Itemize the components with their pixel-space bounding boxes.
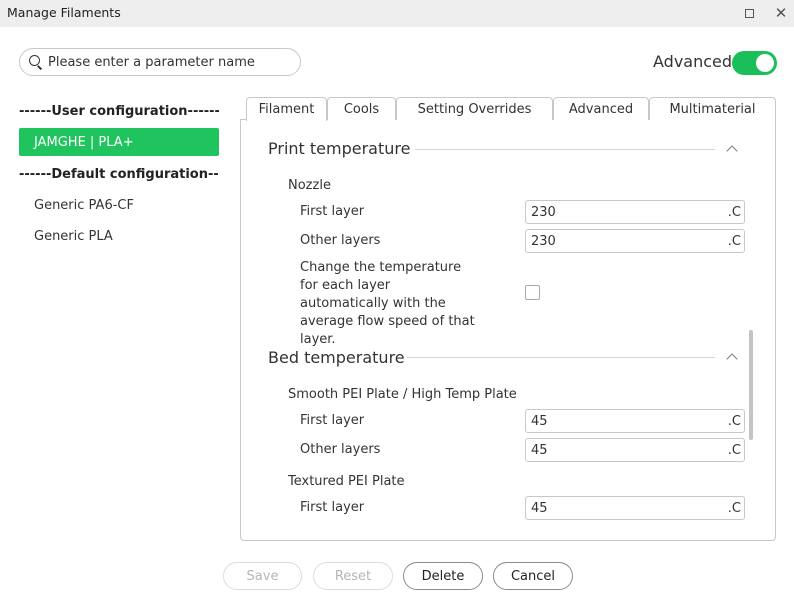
user-configuration-header: ------User configuration------ — [19, 104, 219, 119]
maximize-icon — [744, 8, 754, 18]
search-icon — [28, 54, 44, 70]
section-divider — [407, 357, 715, 358]
sidebar-item-generic-pla[interactable]: Generic PLA — [19, 222, 219, 250]
settings-panel: Print temperature Nozzle First layer 230… — [240, 119, 776, 541]
sidebar-item-jamghe-pla[interactable]: JAMGHE | PLA+ — [19, 128, 219, 156]
nozzle-other-layers-label: Other layers — [300, 233, 381, 248]
smooth-other-layers-field[interactable]: 45 .C — [525, 438, 745, 462]
collapse-print-temperature-icon[interactable] — [726, 145, 738, 157]
maximize-button[interactable] — [738, 3, 760, 23]
panel-scrollbar[interactable] — [749, 330, 753, 440]
textured-pei-group-label: Textured PEI Plate — [288, 474, 405, 489]
smooth-first-layer-field[interactable]: 45 .C — [525, 409, 745, 433]
smooth-other-layers-value: 45 — [531, 442, 548, 458]
cancel-button[interactable]: Cancel — [493, 562, 573, 590]
nozzle-other-layers-field[interactable]: 230 .C — [525, 229, 745, 253]
nozzle-first-layer-value: 230 — [531, 204, 556, 220]
close-button[interactable]: ✕ — [770, 3, 792, 23]
tab-setting-overrides[interactable]: Setting Overrides — [396, 97, 553, 120]
unit-label: .C — [727, 501, 741, 516]
auto-temperature-label: Change the temperature for each layer au… — [300, 260, 475, 347]
smooth-pei-group-label: Smooth PEI Plate / High Temp Plate — [288, 387, 517, 402]
bed-temperature-title: Bed temperature — [268, 348, 405, 367]
save-button[interactable]: Save — [223, 562, 302, 590]
unit-label: .C — [727, 443, 741, 458]
textured-first-layer-value: 45 — [531, 500, 548, 516]
section-divider — [415, 149, 715, 150]
window-title: Manage Filaments — [7, 5, 121, 20]
toggle-knob — [756, 54, 774, 72]
delete-button[interactable]: Delete — [403, 562, 483, 590]
title-bar: Manage Filaments ✕ — [0, 0, 794, 27]
nozzle-group-label: Nozzle — [288, 178, 331, 193]
collapse-bed-temperature-icon[interactable] — [726, 353, 738, 365]
search-box[interactable] — [19, 48, 301, 76]
search-input[interactable] — [48, 54, 288, 70]
sidebar-item-generic-pa6-cf[interactable]: Generic PA6-CF — [19, 191, 219, 219]
tab-filament[interactable]: Filament — [246, 97, 327, 121]
nozzle-first-layer-field[interactable]: 230 .C — [525, 200, 745, 224]
tab-advanced[interactable]: Advanced — [553, 97, 649, 120]
unit-label: .C — [727, 234, 741, 249]
reset-button[interactable]: Reset — [313, 562, 393, 590]
tab-multimaterial[interactable]: Multimaterial — [649, 97, 776, 120]
advanced-label: Advanced — [653, 52, 733, 71]
auto-temperature-checkbox[interactable] — [525, 285, 540, 300]
smooth-first-layer-label: First layer — [300, 413, 365, 428]
print-temperature-title: Print temperature — [268, 139, 411, 158]
close-icon: ✕ — [774, 4, 788, 22]
nozzle-first-layer-label: First layer — [300, 204, 365, 219]
textured-first-layer-field[interactable]: 45 .C — [525, 496, 745, 520]
unit-label: .C — [727, 414, 741, 429]
tab-bar: Filament Cools Setting Overrides Advance… — [240, 97, 776, 121]
nozzle-other-layers-value: 230 — [531, 233, 556, 249]
smooth-other-layers-label: Other layers — [300, 442, 381, 457]
textured-first-layer-label: First layer — [300, 500, 365, 515]
advanced-toggle[interactable] — [732, 51, 777, 75]
default-configuration-header: ------Default configuration------ — [19, 167, 219, 182]
smooth-first-layer-value: 45 — [531, 413, 548, 429]
unit-label: .C — [727, 205, 741, 220]
tab-cools[interactable]: Cools — [327, 97, 396, 120]
